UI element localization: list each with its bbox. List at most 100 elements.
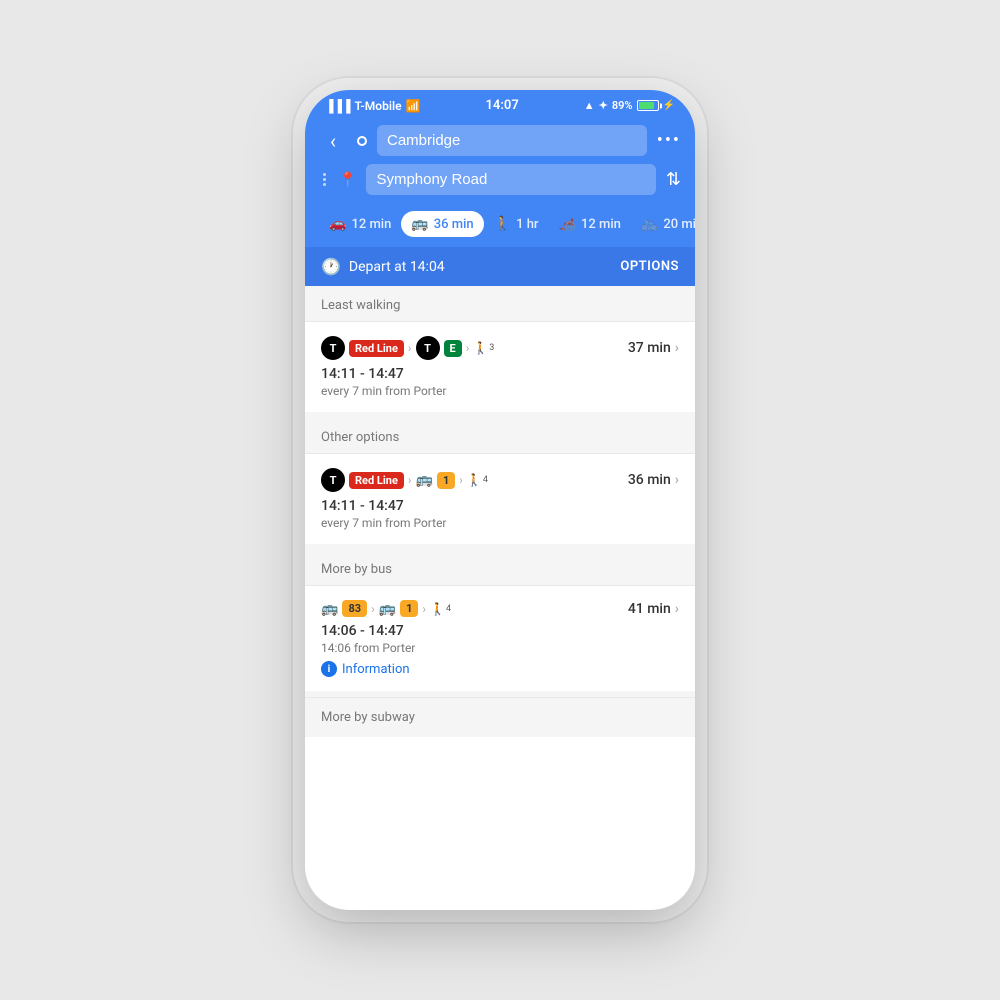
bus-1-badge-2: 1	[400, 600, 418, 617]
route-card-3[interactable]: 🚌 83 › 🚌 1 › 🚶4 41 min › 14:06 - 14:47 1…	[305, 585, 695, 691]
tab-walk2-label: 12 min	[581, 217, 621, 232]
info-icon: i	[321, 661, 337, 677]
tab-drive[interactable]: 🚗 12 min	[319, 211, 401, 237]
bus-icon-3: 🚌	[379, 601, 396, 617]
arrow-1: ›	[408, 341, 412, 355]
section-more-subway: More by subway	[305, 697, 695, 737]
options-button[interactable]: OPTIONS	[620, 259, 679, 274]
route-top-2: T Red Line › 🚌 1 › 🚶4 36 min ›	[321, 468, 679, 492]
dot2	[323, 178, 326, 181]
route-duration-3: 41 min ›	[628, 601, 679, 617]
route-card-2[interactable]: T Red Line › 🚌 1 › 🚶4 36 min › 14:11 - 1…	[305, 453, 695, 544]
depart-label: Depart at 14:04	[349, 259, 445, 275]
swap-button[interactable]: ⇅	[666, 169, 681, 190]
nav-header: ‹ ••• 📍 ⇅	[305, 119, 695, 205]
status-left: ▐▐▐ T-Mobile 📶	[325, 99, 421, 113]
dot1	[323, 173, 326, 176]
tab-transit-label: 36 min	[434, 217, 474, 232]
walk-badge-2: 🚶4	[467, 473, 488, 487]
nav-row2: 📍 ⇅	[319, 164, 681, 195]
route-icons-1: T Red Line › T E › 🚶3	[321, 336, 494, 360]
info-link[interactable]: i Information	[321, 661, 410, 677]
origin-dot-icon	[357, 136, 367, 146]
route-freq-1: every 7 min from Porter	[321, 384, 679, 398]
route-icons-3: 🚌 83 › 🚌 1 › 🚶4	[321, 600, 451, 617]
bus-icon-1: 🚌	[416, 472, 433, 488]
location-icon: ▲	[584, 99, 595, 112]
battery-body	[637, 100, 659, 111]
route-duration-1: 37 min ›	[628, 340, 679, 356]
route-dots	[319, 173, 329, 186]
drive-icon: 🚗	[329, 216, 346, 232]
dot3	[323, 183, 326, 186]
transit-icon: 🚌	[411, 216, 428, 232]
tab-walk[interactable]: 🚶 1 hr	[484, 211, 549, 237]
battery-icon	[637, 100, 659, 111]
section-least-walking-header: Least walking	[305, 286, 695, 321]
green-e-badge: E	[444, 340, 462, 357]
clock-icon: 🕐	[321, 257, 341, 276]
walk2-icon: 🦽	[559, 216, 576, 232]
carrier-label: T-Mobile	[355, 99, 402, 113]
bluetooth-icon: ✦	[599, 99, 608, 112]
tab-transit[interactable]: 🚌 36 min	[401, 211, 483, 237]
chevron-1: ›	[675, 340, 679, 356]
walk-icon: 🚶	[494, 216, 511, 232]
route-top-1: T Red Line › T E › 🚶3 37 min ›	[321, 336, 679, 360]
status-right: ▲ ✦ 89% ⚡	[584, 99, 675, 112]
red-line-badge-2: Red Line	[349, 472, 404, 489]
depart-bar: 🕐 Depart at 14:04 OPTIONS	[305, 247, 695, 286]
origin-input[interactable]	[377, 125, 647, 156]
route-freq-3: 14:06 from Porter	[321, 641, 679, 655]
mode-tabs: 🚗 12 min 🚌 36 min 🚶 1 hr 🦽 12 min 🚲 20 m…	[305, 205, 695, 247]
charging-icon: ⚡	[663, 100, 675, 111]
arrow-6: ›	[422, 602, 426, 616]
tab-bike[interactable]: 🚲 20 min	[631, 211, 695, 237]
t-badge-2: T	[416, 336, 440, 360]
route-icons-2: T Red Line › 🚌 1 › 🚶4	[321, 468, 488, 492]
arrow-4: ›	[459, 473, 463, 487]
content: Least walking T Red Line › T E › 🚶3 37 m…	[305, 286, 695, 737]
route-top-3: 🚌 83 › 🚌 1 › 🚶4 41 min ›	[321, 600, 679, 617]
red-line-badge-1: Red Line	[349, 340, 404, 357]
bike-icon: 🚲	[641, 216, 658, 232]
chevron-2: ›	[675, 472, 679, 488]
chevron-3: ›	[675, 601, 679, 617]
arrow-3: ›	[408, 473, 412, 487]
back-button[interactable]: ‹	[319, 129, 347, 153]
section-more-bus-header: More by bus	[305, 550, 695, 585]
tab-walk2[interactable]: 🦽 12 min	[549, 211, 631, 237]
destination-pin-icon: 📍	[339, 172, 356, 188]
time-display: 14:07	[486, 98, 519, 113]
route-duration-2: 36 min ›	[628, 472, 679, 488]
bus-1-badge: 1	[437, 472, 455, 489]
t-badge-3: T	[321, 468, 345, 492]
route-time-1: 14:11 - 14:47	[321, 366, 679, 382]
destination-input[interactable]	[366, 164, 655, 195]
arrow-2: ›	[466, 341, 470, 355]
wifi-icon: 📶	[406, 99, 421, 113]
status-bar: ▐▐▐ T-Mobile 📶 14:07 ▲ ✦ 89% ⚡	[305, 90, 695, 119]
walk-badge-1: 🚶3	[473, 341, 494, 355]
battery-label: 89%	[612, 99, 633, 112]
tab-walk-label: 1 hr	[516, 217, 538, 232]
walk-badge-3: 🚶4	[430, 602, 451, 616]
route-card-1[interactable]: T Red Line › T E › 🚶3 37 min › 14:11 - 1…	[305, 321, 695, 412]
info-label: Information	[342, 662, 410, 677]
section-other-options-header: Other options	[305, 418, 695, 453]
nav-row1: ‹ •••	[319, 125, 681, 156]
arrow-5: ›	[371, 602, 375, 616]
tab-bike-label: 20 min	[663, 217, 695, 232]
bus-icon-2: 🚌	[321, 601, 338, 617]
battery-fill	[639, 102, 654, 109]
depart-left: 🕐 Depart at 14:04	[321, 257, 445, 276]
more-button[interactable]: •••	[657, 130, 681, 151]
phone-shell: ▐▐▐ T-Mobile 📶 14:07 ▲ ✦ 89% ⚡ ‹ •••	[305, 90, 695, 910]
t-badge-1: T	[321, 336, 345, 360]
route-freq-2: every 7 min from Porter	[321, 516, 679, 530]
route-time-2: 14:11 - 14:47	[321, 498, 679, 514]
tab-drive-label: 12 min	[351, 217, 391, 232]
signal-icon: ▐▐▐	[325, 99, 351, 113]
bus-83-badge: 83	[342, 600, 367, 617]
route-time-3: 14:06 - 14:47	[321, 623, 679, 639]
